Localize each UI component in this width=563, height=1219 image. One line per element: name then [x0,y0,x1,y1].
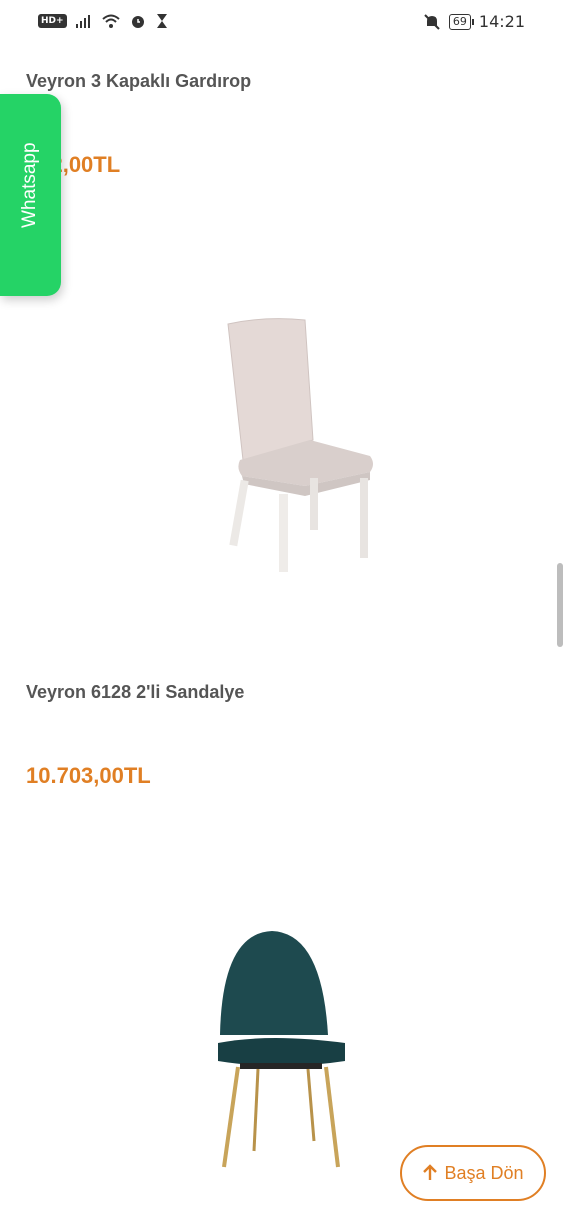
whatsapp-label[interactable]: Whatsapp [18,68,42,228]
product-price: 10.703,00TL [26,763,151,788]
product-image[interactable] [210,925,355,1175]
product-title[interactable]: Veyron 6128 2'li Sandalye [26,682,244,703]
hourglass-icon [156,14,167,28]
signal-icon [75,15,90,28]
scrollbar[interactable] [557,563,563,647]
status-bar: HD+ 69 14:21 [0,0,563,48]
mute-icon [424,13,440,30]
whatsapp-icon [15,338,39,362]
wifi-icon [101,14,120,28]
status-right: 69 14:21 [423,12,525,31]
back-to-top-button[interactable]: Başa Dön [400,1145,546,1201]
back-to-top-label: Başa Dön [444,1162,524,1183]
product-title[interactable]: Veyron 3 Kapaklı Gardırop [26,71,251,92]
battery-icon: 69 [448,13,474,30]
hd-badge: HD+ [38,14,67,28]
alarm-icon [131,16,144,28]
arrow-up-icon [423,1164,438,1180]
product-image[interactable] [210,310,390,580]
status-time: 14:21 [478,12,525,31]
status-left: HD+ [38,12,169,30]
